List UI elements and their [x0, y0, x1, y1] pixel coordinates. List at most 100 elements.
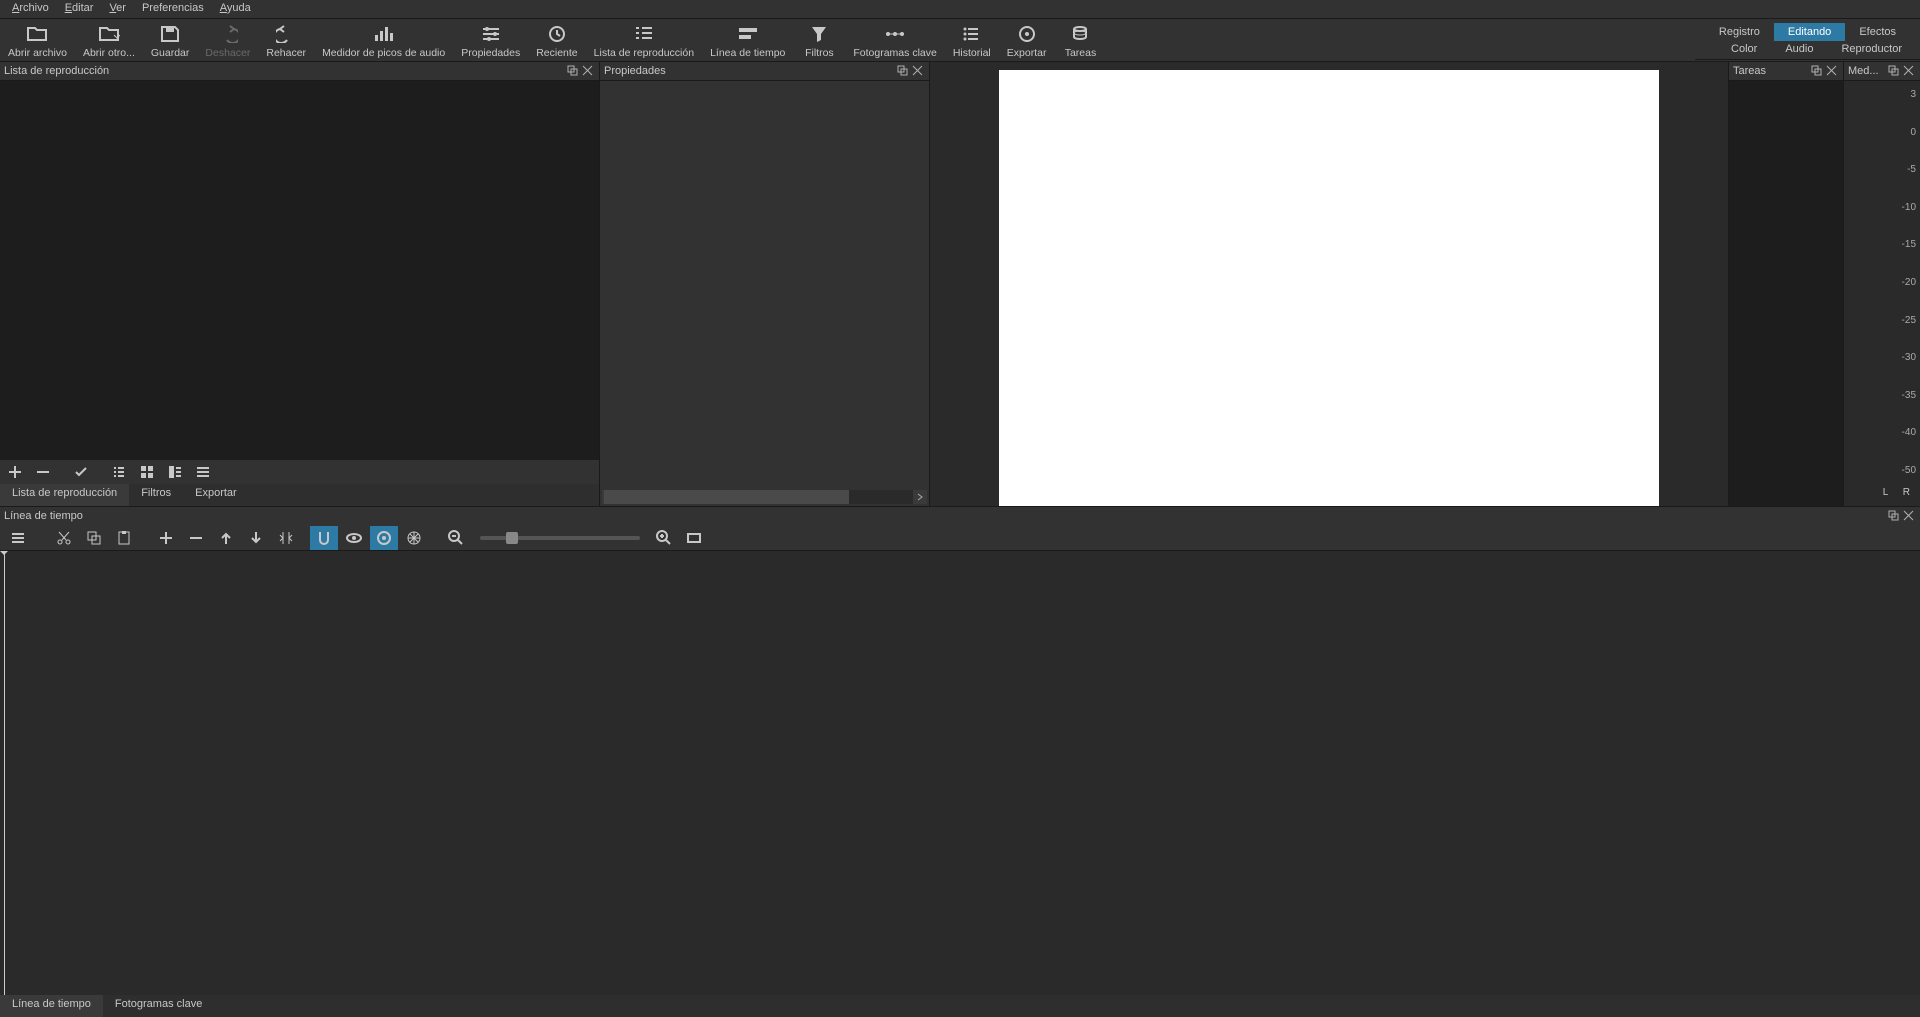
- append-icon[interactable]: [152, 526, 180, 550]
- properties-icon: [481, 23, 501, 45]
- filters-button[interactable]: Filtros: [793, 19, 845, 61]
- meter-channels: L R: [1844, 487, 1916, 498]
- close-icon[interactable]: [1903, 65, 1916, 78]
- menu-preferences[interactable]: Preferencias: [134, 0, 212, 18]
- secondary-tab[interactable]: Color: [1731, 43, 1757, 55]
- copy-icon[interactable]: [80, 526, 108, 550]
- timeline-tab[interactable]: Línea de tiempo: [0, 995, 103, 1017]
- cut-icon[interactable]: [50, 526, 78, 550]
- menu-view[interactable]: Ver: [101, 0, 134, 18]
- close-icon[interactable]: [912, 65, 925, 78]
- playlist-buttons: [0, 460, 599, 484]
- filters-icon: [810, 23, 828, 45]
- zoom-fit-icon[interactable]: [680, 526, 708, 550]
- zoom-in-icon[interactable]: [650, 526, 678, 550]
- playhead[interactable]: [4, 551, 5, 995]
- close-icon[interactable]: [1826, 65, 1839, 78]
- main-area: Lista de reproducción Lista de reproducc…: [0, 62, 1920, 506]
- save-icon: [160, 23, 180, 45]
- overwrite-down-icon[interactable]: [242, 526, 270, 550]
- layout-tab-logging[interactable]: Registro: [1705, 23, 1774, 41]
- peak-meter-icon: [373, 23, 395, 45]
- save-button[interactable]: Guardar: [143, 19, 198, 61]
- jobs-button[interactable]: Tareas: [1054, 19, 1106, 61]
- timeline-tracks[interactable]: [0, 551, 1920, 995]
- meter-tick: 0: [1910, 127, 1916, 138]
- detail-view-icon[interactable]: [162, 461, 188, 483]
- properties-panel: Propiedades: [600, 62, 930, 506]
- menu-icon[interactable]: [190, 461, 216, 483]
- tasks-panel: Tareas: [1728, 62, 1844, 506]
- playlist-title: Lista de reproducción: [4, 65, 565, 77]
- properties-scrollbar[interactable]: [604, 490, 925, 504]
- secondary-tab[interactable]: Reproductor: [1841, 43, 1902, 55]
- close-icon[interactable]: [1903, 510, 1916, 523]
- undock-icon[interactable]: [897, 65, 910, 78]
- zoom-slider[interactable]: [480, 536, 640, 540]
- keyframes-icon: [884, 23, 906, 45]
- meter-tick: -35: [1902, 390, 1916, 401]
- undo-icon: [218, 23, 238, 45]
- check-icon[interactable]: [68, 461, 94, 483]
- split-icon[interactable]: [272, 526, 300, 550]
- playlist-panel: Lista de reproducción Lista de reproducc…: [0, 62, 600, 506]
- history-button[interactable]: Historial: [945, 19, 999, 61]
- open-other-button[interactable]: Abrir otro...: [75, 19, 143, 61]
- ripple-icon[interactable]: [370, 526, 398, 550]
- recent-icon: [547, 23, 567, 45]
- open-file-button[interactable]: Abrir archivo: [0, 19, 75, 61]
- undock-icon[interactable]: [1811, 65, 1824, 78]
- preview-area: ▼ / 00:00:00:00 --:--:--:-- / --:--:--:-…: [930, 62, 1728, 506]
- playlist-bottom-tabs: Lista de reproducciónFiltrosExportar: [0, 484, 599, 506]
- keyframes-button[interactable]: Fotogramas clave: [845, 19, 944, 61]
- undock-icon[interactable]: [567, 65, 580, 78]
- layout-tabs: RegistroEditandoEfectos: [1695, 19, 1920, 41]
- layout-tab-fx[interactable]: Efectos: [1845, 23, 1910, 41]
- preview-canvas[interactable]: [999, 70, 1659, 567]
- undock-icon[interactable]: [1888, 65, 1901, 78]
- playlist-button[interactable]: Lista de reproducción: [586, 19, 702, 61]
- secondary-tab[interactable]: Audio: [1785, 43, 1813, 55]
- meter-tick: -40: [1902, 427, 1916, 438]
- timeline-toolbar: [0, 525, 1920, 551]
- audio-meter-panel: Med... 30-5-10-15-20-25-30-35-40-50 L R: [1844, 62, 1920, 506]
- tl-menu-icon[interactable]: [4, 526, 32, 550]
- export-button[interactable]: Exportar: [999, 19, 1055, 61]
- recent-button[interactable]: Reciente: [528, 19, 585, 61]
- properties-button[interactable]: Propiedades: [453, 19, 528, 61]
- list-view-icon[interactable]: [106, 461, 132, 483]
- redo-button[interactable]: Rehacer: [258, 19, 314, 61]
- remove-icon[interactable]: [30, 461, 56, 483]
- add-icon[interactable]: [2, 461, 28, 483]
- tasks-title: Tareas: [1733, 65, 1809, 77]
- jobs-icon: [1071, 23, 1089, 45]
- menu-file[interactable]: Archivo: [4, 0, 57, 18]
- overwrite-up-icon[interactable]: [212, 526, 240, 550]
- playlist-tab[interactable]: Lista de reproducción: [0, 484, 129, 506]
- layout-tab-editing[interactable]: Editando: [1774, 23, 1845, 41]
- snap-icon[interactable]: [310, 526, 338, 550]
- open-other-icon: [98, 23, 120, 45]
- playlist-tab[interactable]: Filtros: [129, 484, 183, 506]
- zoom-out-icon[interactable]: [442, 526, 470, 550]
- menu-help[interactable]: Ayuda: [212, 0, 259, 18]
- scrub-icon[interactable]: [340, 526, 368, 550]
- grid-view-icon[interactable]: [134, 461, 160, 483]
- main-toolbar: Abrir archivoAbrir otro...GuardarDeshace…: [0, 19, 1920, 62]
- menu-edit[interactable]: Editar: [57, 0, 102, 18]
- meter-tick: -25: [1902, 315, 1916, 326]
- close-icon[interactable]: [582, 65, 595, 78]
- ripple-all-icon[interactable]: [400, 526, 428, 550]
- playlist-body[interactable]: [0, 81, 599, 460]
- meter-tick: -30: [1902, 352, 1916, 363]
- lift-icon[interactable]: [182, 526, 210, 550]
- meter-tick: -5: [1907, 164, 1916, 175]
- meter-tick: -15: [1902, 239, 1916, 250]
- undock-icon[interactable]: [1888, 510, 1901, 523]
- timeline-tab[interactable]: Fotogramas clave: [103, 995, 214, 1017]
- timeline-button[interactable]: Línea de tiempo: [702, 19, 793, 61]
- playlist-tab[interactable]: Exportar: [183, 484, 249, 506]
- undo-button[interactable]: Deshacer: [197, 19, 258, 61]
- paste-icon[interactable]: [110, 526, 138, 550]
- peak-meter-button[interactable]: Medidor de picos de audio: [314, 19, 453, 61]
